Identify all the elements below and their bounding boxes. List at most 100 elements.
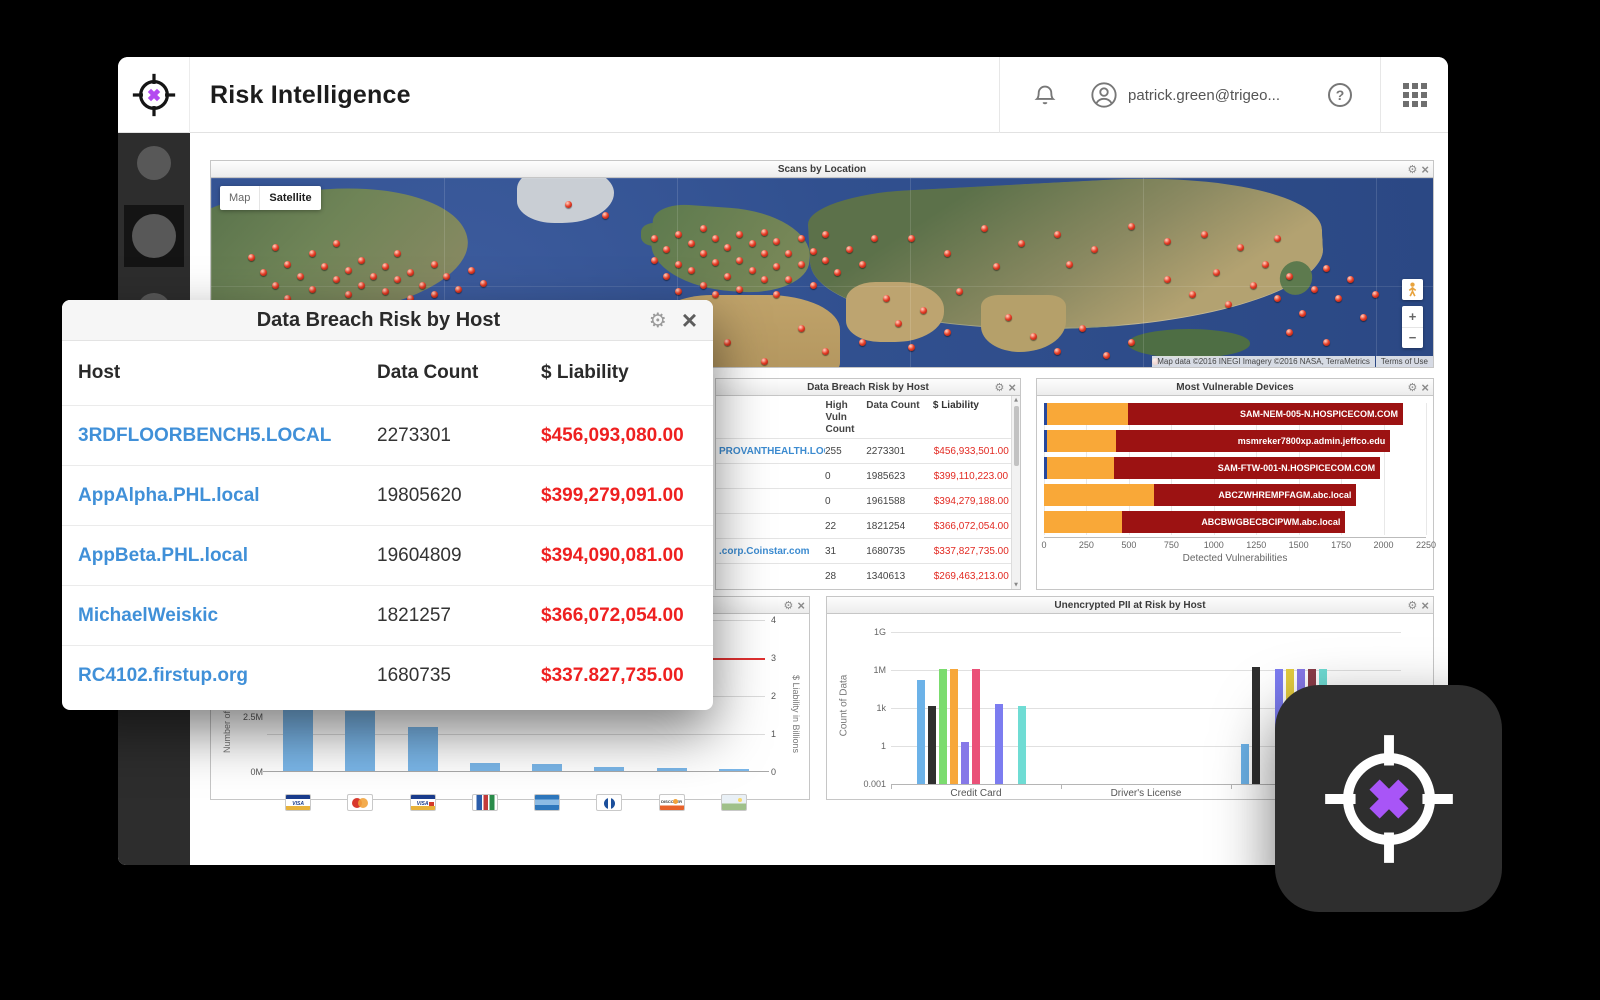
map-marker[interactable] bbox=[749, 267, 756, 274]
user-menu[interactable]: patrick.green@trigeo... bbox=[1090, 81, 1310, 109]
map-marker[interactable] bbox=[712, 235, 719, 242]
map-marker[interactable] bbox=[1128, 223, 1135, 230]
host-link[interactable]: AppAlpha.PHL.local bbox=[78, 485, 377, 507]
map-marker[interactable] bbox=[1213, 269, 1220, 276]
map-marker[interactable] bbox=[248, 254, 255, 261]
map-marker[interactable] bbox=[468, 267, 475, 274]
host-link[interactable]: .corp.Coinstar.com bbox=[716, 546, 825, 557]
map-marker[interactable] bbox=[309, 250, 316, 257]
map-marker[interactable] bbox=[1323, 339, 1330, 346]
map-marker[interactable] bbox=[260, 269, 267, 276]
map-marker[interactable] bbox=[688, 240, 695, 247]
map-marker[interactable] bbox=[761, 358, 768, 365]
zoom-out-button[interactable]: − bbox=[1402, 328, 1423, 349]
map-marker[interactable] bbox=[798, 235, 805, 242]
host-link[interactable]: 3RDFLOORBENCH5.LOCAL bbox=[78, 425, 377, 447]
pegman-control[interactable] bbox=[1402, 279, 1423, 300]
map-marker[interactable] bbox=[700, 225, 707, 232]
map-marker[interactable] bbox=[297, 273, 304, 280]
map-marker[interactable] bbox=[1103, 352, 1110, 359]
map-marker[interactable] bbox=[1262, 261, 1269, 268]
gear-icon[interactable]: ⚙ bbox=[784, 600, 794, 611]
map-marker[interactable] bbox=[602, 212, 609, 219]
scroll-up-icon[interactable]: ▲ bbox=[1014, 397, 1018, 403]
map-marker[interactable] bbox=[663, 273, 670, 280]
map-marker[interactable] bbox=[798, 261, 805, 268]
map-marker[interactable] bbox=[859, 261, 866, 268]
map-marker[interactable] bbox=[1201, 231, 1208, 238]
zoom-in-button[interactable]: + bbox=[1402, 306, 1423, 328]
map-marker[interactable] bbox=[920, 307, 927, 314]
scroll-down-icon[interactable]: ▼ bbox=[1014, 582, 1018, 588]
close-icon[interactable]: × bbox=[1008, 382, 1016, 393]
map-marker[interactable] bbox=[761, 229, 768, 236]
map-marker[interactable] bbox=[272, 282, 279, 289]
sidebar-item-2[interactable] bbox=[132, 214, 176, 258]
map-marker[interactable] bbox=[675, 288, 682, 295]
map-marker[interactable] bbox=[309, 286, 316, 293]
help-button[interactable]: ? bbox=[1328, 83, 1352, 107]
map-marker[interactable] bbox=[1286, 273, 1293, 280]
app-logo[interactable] bbox=[118, 57, 190, 133]
map-marker[interactable] bbox=[1311, 286, 1318, 293]
gear-icon[interactable]: ⚙ bbox=[649, 308, 667, 332]
map-marker[interactable] bbox=[1360, 314, 1367, 321]
map-marker[interactable] bbox=[859, 339, 866, 346]
map-marker[interactable] bbox=[700, 250, 707, 257]
map-marker[interactable] bbox=[443, 273, 450, 280]
host-link[interactable]: PROVANTHEALTH.LOCAL bbox=[716, 446, 825, 457]
map-marker[interactable] bbox=[834, 269, 841, 276]
map-marker[interactable] bbox=[1030, 333, 1037, 340]
map-marker[interactable] bbox=[798, 325, 805, 332]
map-marker[interactable] bbox=[908, 235, 915, 242]
map-marker[interactable] bbox=[651, 235, 658, 242]
gear-icon[interactable]: ⚙ bbox=[1408, 600, 1418, 611]
gear-icon[interactable]: ⚙ bbox=[995, 382, 1005, 393]
gear-icon[interactable]: ⚙ bbox=[1408, 382, 1418, 393]
map-button[interactable]: Map bbox=[220, 186, 259, 210]
host-link[interactable]: MichaelWeiskic bbox=[78, 605, 377, 627]
map-marker[interactable] bbox=[871, 235, 878, 242]
map-marker[interactable] bbox=[1274, 235, 1281, 242]
sidebar-item-1[interactable] bbox=[137, 146, 171, 180]
map-marker[interactable] bbox=[321, 263, 328, 270]
notifications-button[interactable] bbox=[1000, 81, 1090, 109]
map-marker[interactable] bbox=[822, 231, 829, 238]
map-marker[interactable] bbox=[1128, 339, 1135, 346]
map-marker[interactable] bbox=[724, 339, 731, 346]
map-marker[interactable] bbox=[407, 269, 414, 276]
map-marker[interactable] bbox=[1250, 282, 1257, 289]
pii-bar bbox=[950, 669, 958, 784]
close-icon[interactable]: × bbox=[1421, 600, 1429, 611]
map-marker[interactable] bbox=[761, 250, 768, 257]
map-marker[interactable] bbox=[358, 257, 365, 264]
map-marker[interactable] bbox=[724, 273, 731, 280]
map-marker[interactable] bbox=[908, 344, 915, 351]
satellite-button[interactable]: Satellite bbox=[259, 186, 320, 210]
scrollbar[interactable]: ▲ ▼ bbox=[1011, 396, 1020, 589]
map-marker[interactable] bbox=[358, 282, 365, 289]
close-icon[interactable]: × bbox=[1421, 382, 1429, 393]
close-icon[interactable]: × bbox=[797, 600, 805, 611]
host-link[interactable]: RC4102.firstup.org bbox=[78, 665, 377, 687]
gear-icon[interactable]: ⚙ bbox=[1408, 164, 1418, 175]
map-marker[interactable] bbox=[700, 282, 707, 289]
map-marker[interactable] bbox=[419, 282, 426, 289]
host-link[interactable]: AppBeta.PHL.local bbox=[78, 545, 377, 567]
map-marker[interactable] bbox=[944, 250, 951, 257]
app-switcher-button[interactable] bbox=[1380, 57, 1448, 133]
map-marker[interactable] bbox=[688, 267, 695, 274]
map-marker[interactable] bbox=[1189, 291, 1196, 298]
map-marker[interactable] bbox=[1323, 265, 1330, 272]
close-icon[interactable]: × bbox=[1421, 164, 1429, 175]
map-terms-link[interactable]: Terms of Use bbox=[1376, 356, 1433, 367]
map-marker[interactable] bbox=[1091, 246, 1098, 253]
map-marker[interactable] bbox=[1018, 240, 1025, 247]
map-marker[interactable] bbox=[480, 280, 487, 287]
map-marker[interactable] bbox=[810, 248, 817, 255]
map-marker[interactable] bbox=[810, 282, 817, 289]
map-marker[interactable] bbox=[1299, 310, 1306, 317]
close-icon[interactable]: × bbox=[682, 310, 697, 330]
map-marker[interactable] bbox=[370, 273, 377, 280]
map-marker[interactable] bbox=[382, 288, 389, 295]
